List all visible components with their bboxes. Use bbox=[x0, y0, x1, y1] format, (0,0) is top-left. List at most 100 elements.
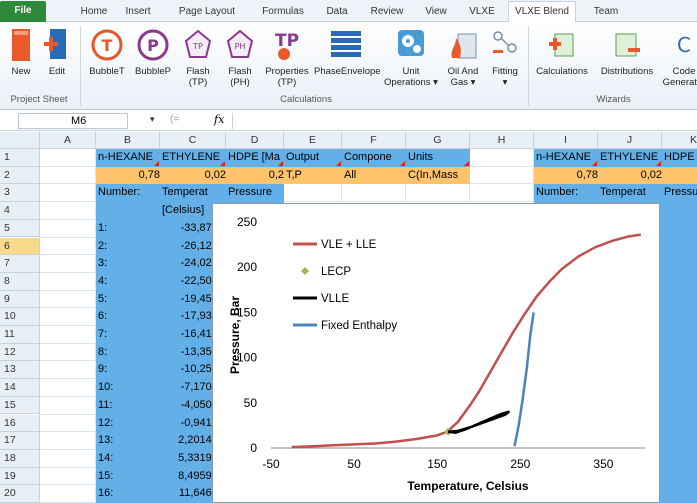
properties-button[interactable]: TP Properties (TP) bbox=[260, 28, 314, 90]
row-header-7[interactable]: 7 bbox=[0, 255, 40, 273]
column-header-h[interactable]: H bbox=[470, 132, 534, 149]
cell-c3[interactable]: Temperat bbox=[162, 184, 226, 200]
row-header-11[interactable]: 11 bbox=[0, 326, 40, 344]
number-cell[interactable]: 1: bbox=[98, 220, 160, 236]
phase-envelope-button[interactable]: PhaseEnvelope bbox=[314, 28, 381, 90]
cell-i1[interactable]: n-HEXANE bbox=[536, 149, 598, 165]
cell-j2[interactable]: 0,02 bbox=[600, 167, 662, 183]
tab-home[interactable]: Home bbox=[76, 2, 112, 22]
row-header-19[interactable]: 19 bbox=[0, 467, 40, 486]
tab-vlxe-blend[interactable]: VLXE Blend bbox=[508, 1, 576, 22]
cell-g1[interactable]: Units bbox=[408, 149, 470, 165]
code-generator-button[interactable]: C CodeGenerator bbox=[660, 28, 697, 90]
cell-k1[interactable]: HDPE [Ma bbox=[664, 149, 697, 165]
column-header-j[interactable]: J bbox=[598, 132, 662, 149]
name-box[interactable]: M6 bbox=[18, 113, 128, 129]
tab-formulas[interactable]: Formulas bbox=[256, 2, 310, 22]
cell-f2[interactable]: All bbox=[344, 167, 406, 183]
column-header-a[interactable]: A bbox=[40, 132, 96, 149]
oil-and-gas-button[interactable]: Oil And Gas ▾ bbox=[442, 28, 484, 90]
row-header-9[interactable]: 9 bbox=[0, 290, 40, 309]
number-cell[interactable]: 5: bbox=[98, 291, 160, 307]
tab-review[interactable]: Review bbox=[364, 2, 410, 22]
flash-ph-button[interactable]: PH Flash (PH) bbox=[220, 28, 260, 90]
number-cell[interactable]: 15: bbox=[98, 468, 160, 484]
row-header-10[interactable]: 10 bbox=[0, 308, 40, 326]
row-header-8[interactable]: 8 bbox=[0, 272, 40, 291]
cell-d1[interactable]: HDPE [Ma bbox=[228, 149, 284, 165]
row-header-16[interactable]: 16 bbox=[0, 414, 40, 433]
row-header-5[interactable]: 5 bbox=[0, 219, 40, 238]
calculations-button[interactable]: Calculations bbox=[530, 28, 594, 90]
cell-d3[interactable]: Pressure bbox=[228, 184, 284, 200]
row-header-13[interactable]: 13 bbox=[0, 361, 40, 380]
column-header-e[interactable]: E bbox=[284, 132, 342, 149]
number-cell[interactable]: 7: bbox=[98, 326, 160, 342]
tab-insert[interactable]: Insert bbox=[118, 2, 158, 22]
number-cell[interactable]: 8: bbox=[98, 344, 160, 360]
tab-data[interactable]: Data bbox=[320, 2, 354, 22]
tab-view[interactable]: View bbox=[418, 2, 454, 22]
distributions-button[interactable]: Distributions bbox=[594, 28, 660, 90]
row-header-2[interactable]: 2 bbox=[0, 166, 40, 185]
number-cell[interactable]: 3: bbox=[98, 255, 160, 271]
cell-c2[interactable]: 0,02 bbox=[162, 167, 226, 183]
new-button[interactable]: New bbox=[4, 28, 38, 90]
number-cell[interactable]: 16: bbox=[98, 485, 160, 501]
column-header-c[interactable]: C bbox=[160, 132, 226, 149]
cell-k3[interactable]: Pressure bbox=[664, 184, 697, 200]
row-header-1[interactable]: 1 bbox=[0, 149, 40, 167]
row-header-18[interactable]: 18 bbox=[0, 449, 40, 468]
cell-k2[interactable]: 0,2 bbox=[664, 167, 697, 183]
number-cell[interactable]: 10: bbox=[98, 379, 160, 395]
number-cell[interactable]: 12: bbox=[98, 415, 160, 431]
formula-input[interactable] bbox=[232, 113, 695, 129]
row-header-6[interactable]: 6 bbox=[0, 237, 40, 256]
pressure-temperature-chart[interactable]: 0 50 100 150 200 250 -50 50 150 250 350 Temperature… bbox=[212, 203, 660, 503]
cell-c1[interactable]: ETHYLENE bbox=[162, 149, 226, 165]
flash-tp-button[interactable]: TP Flash (TP) bbox=[178, 28, 218, 90]
column-header-b[interactable]: B bbox=[96, 132, 160, 149]
cell-d2[interactable]: 0,2 bbox=[228, 167, 284, 183]
number-cell[interactable]: 13: bbox=[98, 432, 160, 448]
number-cell[interactable]: 6: bbox=[98, 308, 160, 324]
unit-operations-button[interactable]: Unit Operations ▾ bbox=[382, 28, 440, 90]
cell-f1[interactable]: Compone bbox=[344, 149, 406, 165]
bubblet-button[interactable]: T BubbleT bbox=[84, 28, 130, 90]
cell-b3[interactable]: Number: bbox=[98, 184, 160, 200]
number-cell[interactable]: 2: bbox=[98, 238, 160, 254]
number-cell[interactable]: 14: bbox=[98, 450, 160, 466]
row-header-15[interactable]: 15 bbox=[0, 396, 40, 415]
column-header-g[interactable]: G bbox=[406, 132, 470, 149]
cell-i2[interactable]: 0,78 bbox=[536, 167, 598, 183]
cell-b1[interactable]: n-HEXANE bbox=[98, 149, 160, 165]
row-header-3[interactable]: 3 bbox=[0, 184, 40, 203]
row-header-4[interactable]: 4 bbox=[0, 202, 40, 220]
cell-j3[interactable]: Temperat bbox=[600, 184, 662, 200]
cell-e2[interactable]: T,P bbox=[286, 167, 342, 183]
insert-function-button[interactable]: fx bbox=[214, 113, 224, 126]
tab-file[interactable]: File bbox=[0, 1, 46, 22]
cell-e1[interactable]: Output bbox=[286, 149, 342, 165]
tab-vlxe[interactable]: VLXE bbox=[462, 2, 502, 22]
tab-team[interactable]: Team bbox=[586, 2, 626, 22]
row-header-17[interactable]: 17 bbox=[0, 432, 40, 450]
number-cell[interactable]: 9: bbox=[98, 361, 160, 377]
column-header-k[interactable]: K bbox=[662, 132, 697, 149]
name-box-dropdown-icon[interactable]: ▾ bbox=[150, 114, 155, 125]
cell-b2[interactable]: 0,78 bbox=[98, 167, 160, 183]
select-all-corner[interactable] bbox=[0, 132, 40, 149]
number-cell[interactable]: 11: bbox=[98, 397, 160, 413]
bubblep-button[interactable]: P BubbleP bbox=[130, 28, 176, 90]
column-header-f[interactable]: F bbox=[342, 132, 406, 149]
column-header-i[interactable]: I bbox=[534, 132, 598, 149]
edit-button[interactable]: Edit bbox=[40, 28, 74, 90]
tab-page-layout[interactable]: Page Layout bbox=[172, 2, 242, 22]
cell-j1[interactable]: ETHYLENE bbox=[600, 149, 662, 165]
cell-i3[interactable]: Number: bbox=[536, 184, 598, 200]
row-header-20[interactable]: 20 bbox=[0, 485, 40, 503]
cell-g2[interactable]: C(In,Mass bbox=[408, 167, 470, 183]
number-cell[interactable]: 4: bbox=[98, 273, 160, 289]
row-header-12[interactable]: 12 bbox=[0, 343, 40, 362]
row-header-14[interactable]: 14 bbox=[0, 379, 40, 397]
